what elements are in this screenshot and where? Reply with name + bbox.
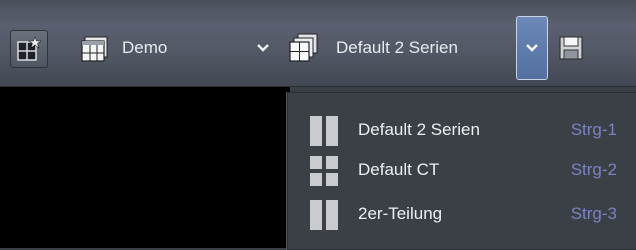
layout-grid-icon[interactable] [81,35,109,63]
menu-item-2er-teilung[interactable]: 2er-Teilung Strg-3 [288,195,636,235]
menu-item-shortcut: Strg-1 [570,120,617,139]
menu-item-shortcut: Strg-2 [570,160,617,179]
series-select-value[interactable]: Default 2 Serien [336,38,458,58]
menu-item-default-2-serien[interactable]: Default 2 Serien Strg-1 [288,111,636,151]
layout-select-value[interactable]: Demo [122,38,167,58]
menu-item-label: Default 2 Serien [358,120,480,139]
save-button[interactable] [556,33,586,63]
menu-item-default-ct[interactable]: Default CT Strg-2 [288,151,636,191]
series-stack-icon[interactable] [289,33,319,63]
chevron-down-icon[interactable] [256,43,270,53]
viewer-area [0,87,290,248]
two-column-icon [310,200,338,230]
menu-item-label: Default CT [358,160,440,179]
chevron-down-icon [526,44,538,52]
series-dropdown-button[interactable] [516,16,548,80]
favorite-layout-button[interactable] [10,30,48,68]
menu-item-label: 2er-Teilung [358,204,443,223]
menu-item-shortcut: Strg-3 [570,204,617,223]
toolbar: Demo Default 2 Serien [0,0,636,87]
series-dropdown-menu: Default 2 Serien Strg-1 Default CT Strg-… [287,92,636,250]
grid-star-icon [17,36,42,61]
two-column-icon [310,116,338,146]
four-grid-icon [310,156,338,186]
save-icon [559,36,583,60]
